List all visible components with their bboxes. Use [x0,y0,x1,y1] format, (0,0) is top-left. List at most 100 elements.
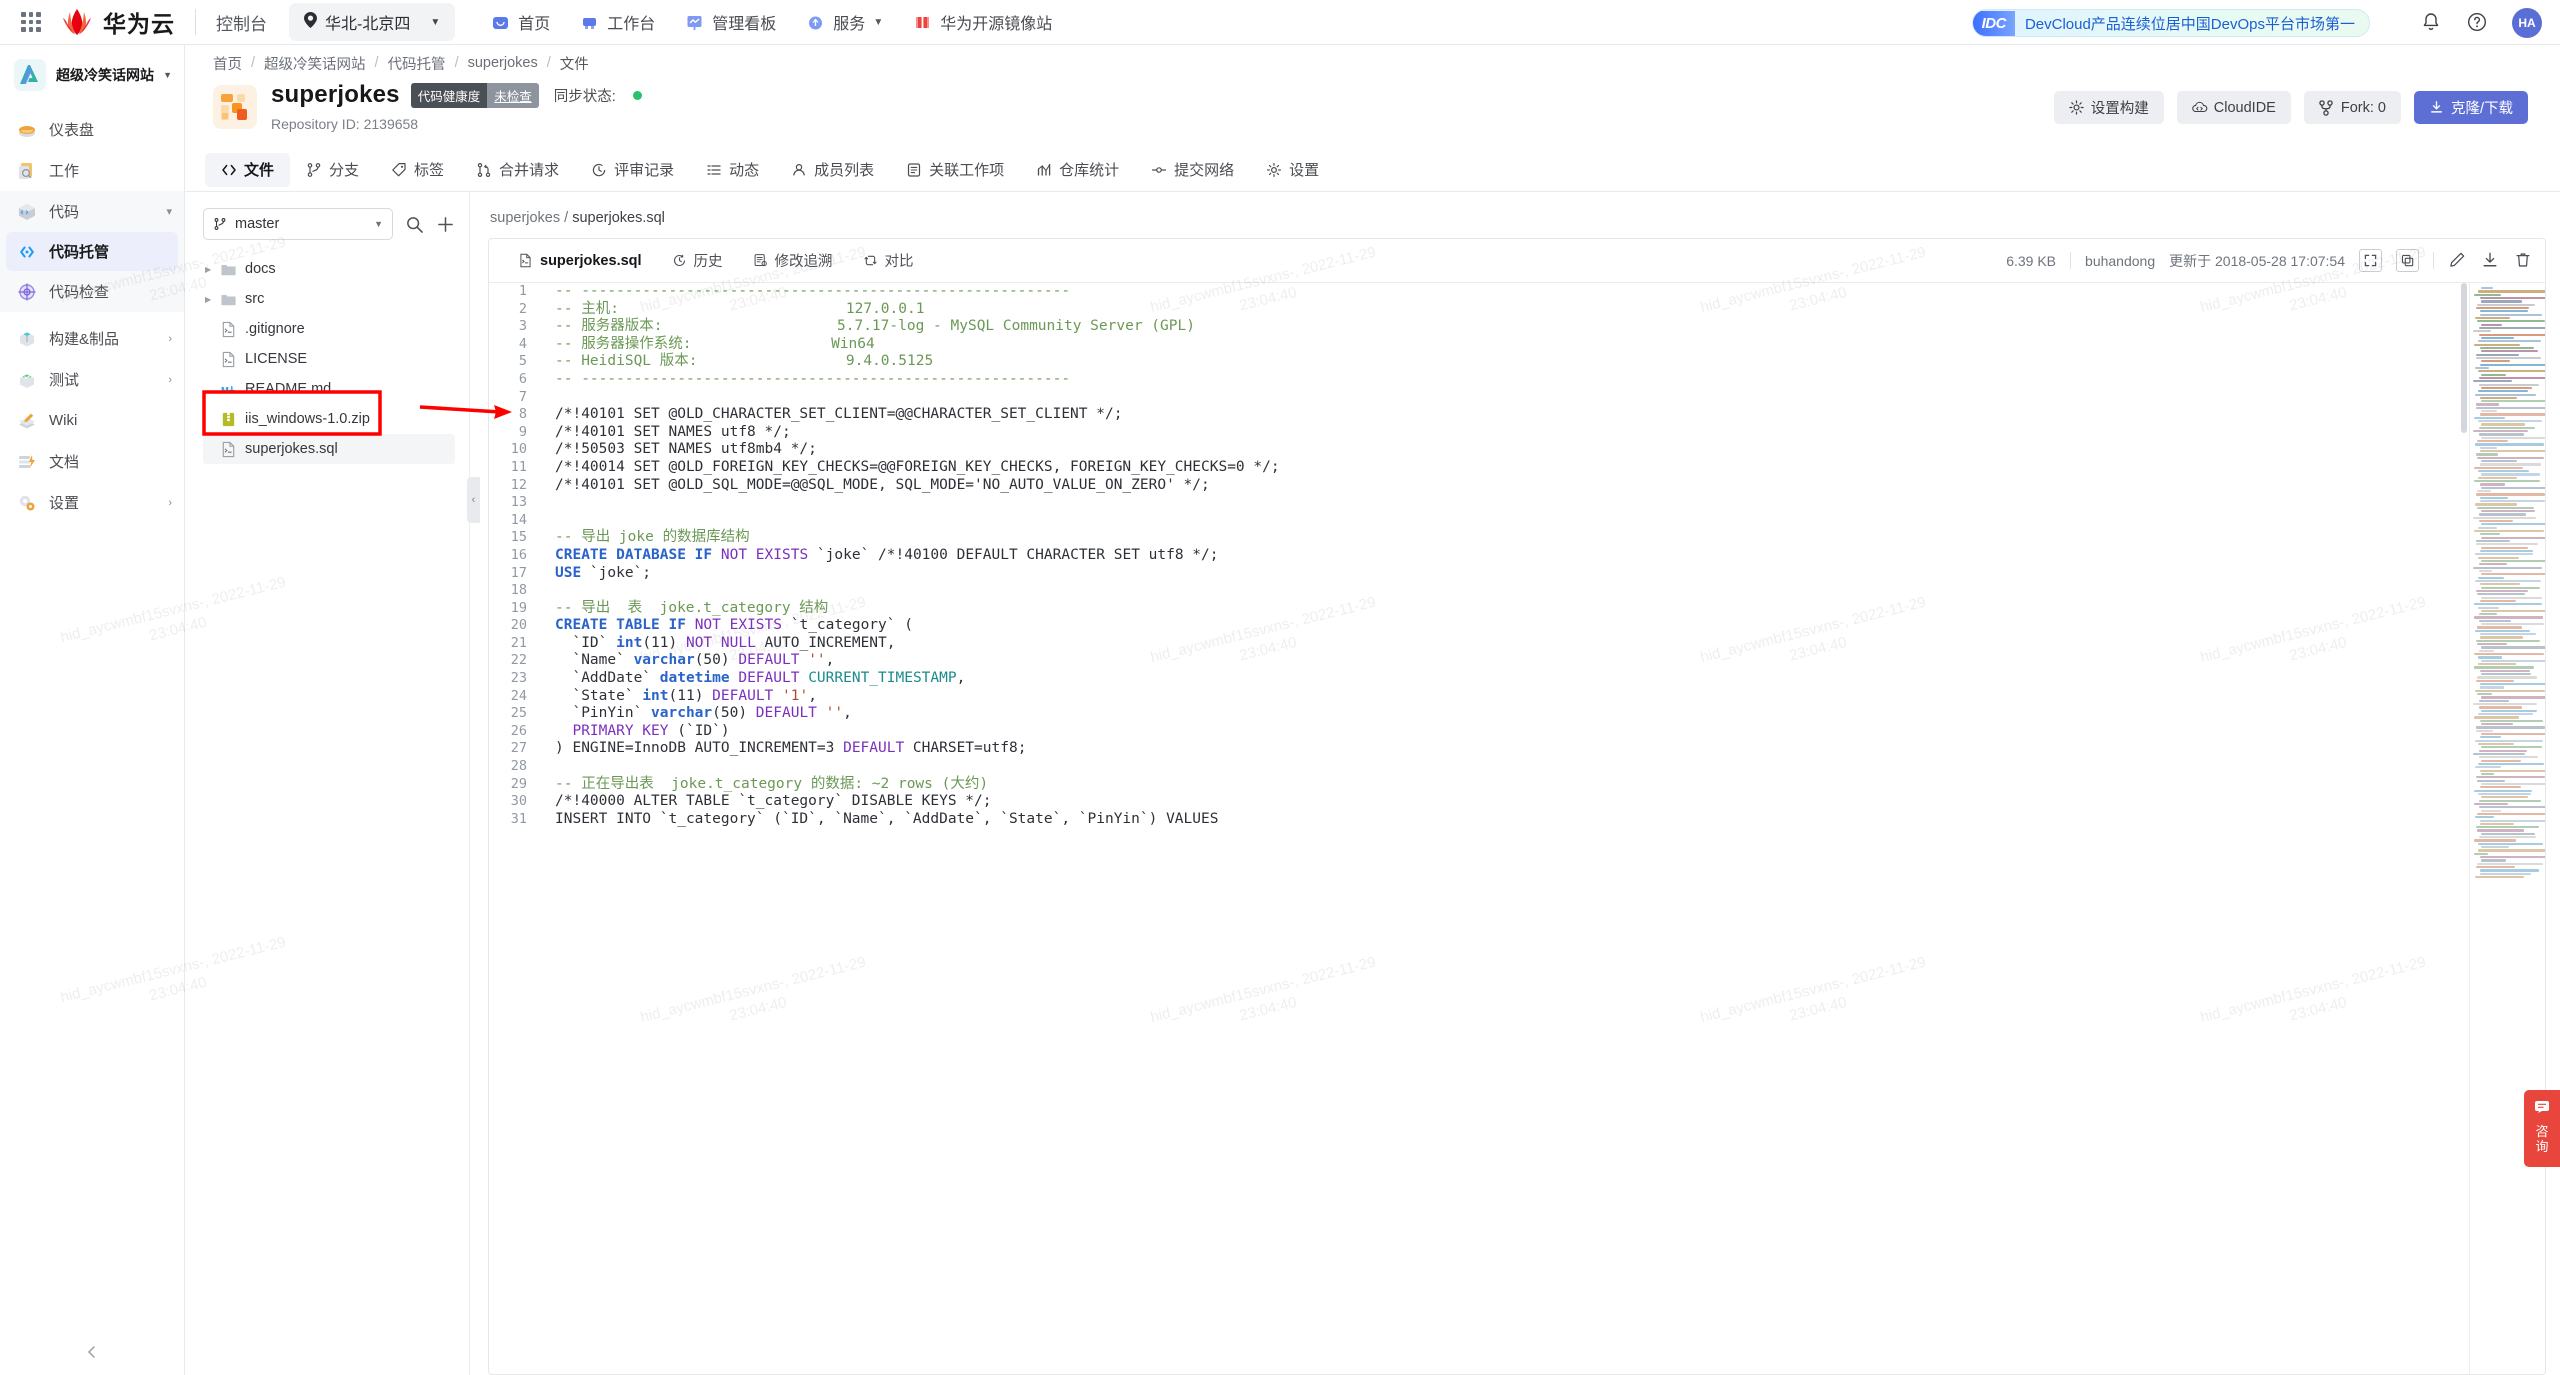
promo-banner[interactable]: IDC DevCloud产品连续位居中国DevOps平台市场第一 [1971,9,2370,37]
bell-icon[interactable] [2420,11,2444,35]
button-label: Fork: 0 [2340,99,2386,116]
tree-item-readme[interactable]: M README.md [203,374,455,404]
tree-item-license[interactable]: LICENSE [203,344,455,374]
sidebar-item-dashboard[interactable]: 仪表盘 [0,109,184,150]
cloud-code-icon [2192,100,2208,115]
code-viewer[interactable]: 1 -- ------------------------------------… [489,283,2545,1374]
fork-button[interactable]: Fork: 0 [2303,91,2401,124]
code-line: 9 /*!40101 SET NAMES utf8 */; [489,424,1280,442]
setup-build-button[interactable]: 设置构建 [2053,91,2164,124]
breadcrumb-item-home[interactable]: 首页 [213,53,242,74]
nav-label: 首页 [518,16,551,33]
sidebar-item-code-hosting[interactable]: 代码托管 [6,232,178,271]
tab-files[interactable]: 文件 [205,152,291,187]
sidebar-item-code[interactable]: 代码 ▾ [0,191,184,232]
region-selector[interactable]: 华北-北京四 ▼ [289,3,456,41]
console-link[interactable]: 控制台 [216,10,267,35]
settings-gear-icon [16,492,38,514]
sidebar-collapse-button[interactable] [0,1345,184,1359]
sidebar-item-code-check[interactable]: 代码检查 [0,271,184,312]
clone-download-button[interactable]: 克隆/下载 [2413,91,2528,124]
pencil-icon[interactable] [2448,251,2467,270]
tab-review-records[interactable]: 评审记录 [575,153,690,187]
code-vertical-scrollbar[interactable] [2461,283,2467,1374]
nav-item-dashboard[interactable]: 管理看板 [685,10,776,34]
tab-members[interactable]: 成员列表 [775,153,890,187]
help-circle-icon[interactable] [2466,11,2490,35]
tab-tags[interactable]: 标签 [375,153,460,187]
line-number: 8 [518,406,527,423]
sidebar-item-work[interactable]: 工作 [0,150,184,191]
tree-item-zip[interactable]: iis_windows-1.0.zip [203,404,455,434]
code-health-badge[interactable]: 代码健康度 未检查 [410,82,539,108]
search-icon[interactable] [405,215,424,234]
file-tree-list: ▶ docs ▶ src .gitignore LICENSE M README… [203,254,455,464]
branch-row: master ▼ [203,208,455,240]
file-tab-history[interactable]: 历史 [657,239,738,283]
cloudide-button[interactable]: CloudIDE [2176,91,2291,124]
trash-icon[interactable] [2514,251,2533,270]
breadcrumb-item-code-hosting[interactable]: 代码托管 [388,53,446,74]
copy-icon[interactable] [2396,249,2419,272]
tree-item-src[interactable]: ▶ src [203,284,455,314]
tab-settings[interactable]: 设置 [1250,153,1335,187]
sidebar-item-wiki[interactable]: Wiki [0,400,184,441]
project-selector[interactable]: 超级冷笑话网站 ▼ [0,45,184,105]
tab-activity[interactable]: 动态 [690,153,775,187]
nav-item-home[interactable]: 首页 [491,10,550,34]
line-number: 19 [510,599,527,616]
line-number: 29 [510,775,527,792]
line-number: 15 [510,529,527,546]
activity-list-icon [706,162,722,178]
file-path-root[interactable]: superjokes [490,210,560,226]
file-tab-content[interactable]: superjokes.sql [503,239,657,283]
line-number: 2 [518,300,527,317]
sidebar-item-test[interactable]: 测试 › [0,359,184,400]
tree-item-docs[interactable]: ▶ docs [203,254,455,284]
tab-branches[interactable]: 分支 [290,153,375,187]
branch-selector[interactable]: master ▼ [203,208,393,240]
tab-merge-requests[interactable]: 合并请求 [460,153,575,187]
breadcrumb-item-current: 文件 [559,56,589,73]
tree-item-gitignore[interactable]: .gitignore [203,314,455,344]
chevron-down-icon: ▼ [430,16,441,28]
apps-grid-icon[interactable] [18,9,44,35]
services-icon [806,13,825,32]
nav-item-services[interactable]: 服务 ▼ [806,10,883,34]
sidebar-item-settings[interactable]: 设置 › [0,482,184,523]
tree-pane-collapse-handle[interactable]: ‹ [467,477,480,523]
plus-icon[interactable] [436,215,455,234]
code-minimap[interactable] [2469,283,2545,1374]
file-tab-compare[interactable]: 对比 [848,239,929,283]
line-content [543,389,1280,407]
user-avatar[interactable]: HA [2512,7,2542,38]
tab-repository-stats[interactable]: 仓库统计 [1020,153,1135,187]
chevron-left-icon [87,1346,95,1358]
consult-float-button[interactable]: 咨 询 [2524,1090,2560,1167]
code-repo-icon [16,241,38,263]
line-content: /*!40000 ALTER TABLE `t_category` DISABL… [555,793,992,810]
download-icon[interactable] [2481,251,2500,270]
line-number: 21 [510,634,527,651]
chevron-right-icon[interactable]: ▶ [205,295,218,304]
huawei-cloud-logo[interactable]: 华为云 [60,5,175,39]
tab-commit-network[interactable]: 提交网络 [1135,153,1250,187]
code-content[interactable]: 1 -- ------------------------------------… [489,283,2469,1374]
stats-chart-icon [1036,162,1052,178]
chevron-right-icon: › [168,373,172,386]
nav-item-mirror-site[interactable]: 华为开源镜像站 [913,10,1052,34]
tree-item-superjokes-sql[interactable]: superjokes.sql [203,434,455,464]
fullscreen-icon[interactable] [2359,249,2382,272]
nav-item-workbench[interactable]: 工作台 [580,10,655,34]
tab-work-items[interactable]: 关联工作项 [890,153,1020,187]
sidebar-item-build-artifacts[interactable]: 构建&制品 › [0,318,184,359]
sidebar-item-docs[interactable]: 文档 [0,441,184,482]
breadcrumb-item-project[interactable]: 超级冷笑话网站 [264,53,366,74]
folder-icon [220,291,237,308]
file-tab-blame[interactable]: 修改追溯 [738,239,848,283]
tree-item-label: src [245,291,265,307]
chevron-right-icon[interactable]: ▶ [205,265,218,274]
file-script-icon [518,253,533,268]
code-line: 22 `Name` varchar(50) DEFAULT '', [489,652,1280,670]
breadcrumb-item-repo[interactable]: superjokes [468,55,538,71]
